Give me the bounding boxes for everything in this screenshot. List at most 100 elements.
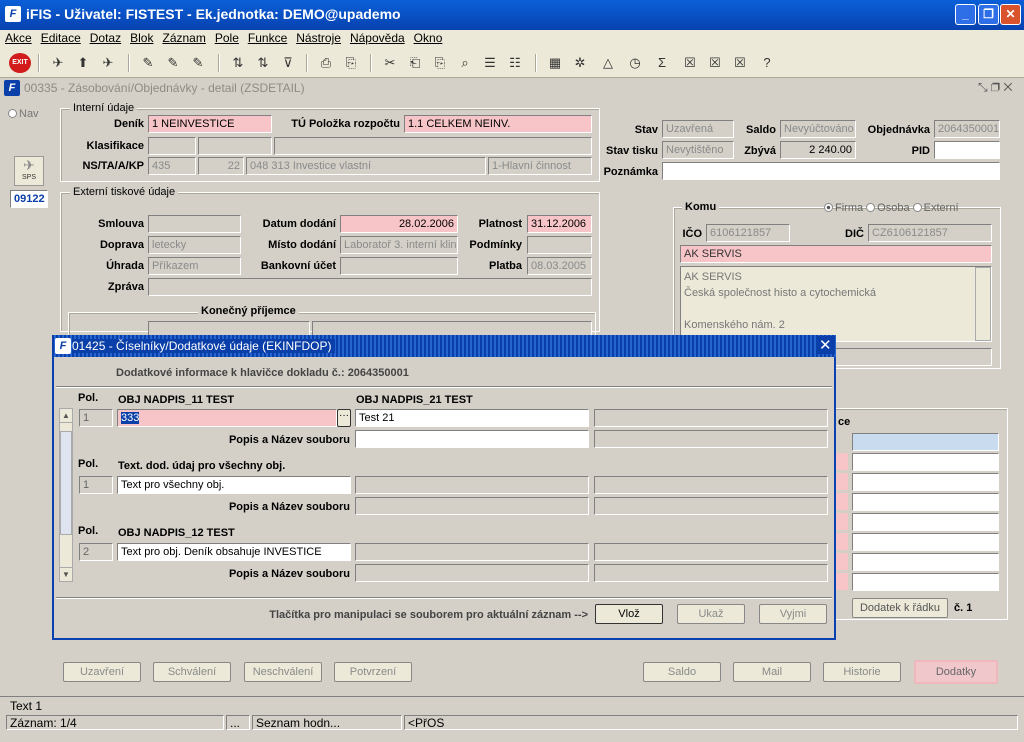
r3-value-2[interactable] bbox=[355, 543, 589, 561]
cancel-query-icon[interactable]: ✎ bbox=[188, 53, 208, 73]
sps-button[interactable]: ✈ SPS bbox=[14, 156, 44, 186]
r1-lov-button[interactable]: ··· bbox=[337, 409, 351, 427]
komu-type-radios[interactable]: Firma Osoba Externí bbox=[824, 202, 959, 214]
ukaz-button[interactable]: Ukaž bbox=[677, 604, 745, 624]
scroll-down-icon[interactable]: ▼ bbox=[60, 567, 72, 581]
stav-tisku-field[interactable]: Nevytištěno bbox=[662, 141, 734, 159]
sort-desc-icon[interactable]: ⇅ bbox=[253, 53, 273, 73]
saldo-field[interactable]: Nevyúčtováno bbox=[780, 120, 856, 138]
print-icon[interactable]: ⎙ bbox=[316, 53, 336, 73]
poznamka-field[interactable] bbox=[662, 162, 1000, 180]
right-row-3[interactable] bbox=[852, 473, 999, 491]
r1-nazev-field[interactable] bbox=[594, 430, 828, 448]
menu-editace[interactable]: Editace bbox=[36, 30, 85, 45]
tools-icon[interactable]: ✲ bbox=[570, 53, 590, 73]
right-row-8[interactable] bbox=[852, 573, 999, 591]
menu-blok[interactable]: Blok bbox=[125, 30, 157, 45]
menu-napoveda[interactable]: Nápověda bbox=[345, 30, 409, 45]
zbyva-field[interactable]: 2 240.00 bbox=[780, 141, 856, 159]
dodatky-button[interactable]: Dodatky bbox=[914, 660, 998, 684]
maximize-button[interactable]: ❐ bbox=[978, 4, 999, 25]
r1-popis-field[interactable] bbox=[355, 430, 589, 448]
calc-icon[interactable]: ▦ bbox=[545, 53, 565, 73]
mail-button[interactable]: Mail bbox=[733, 662, 811, 682]
x2-icon[interactable]: ☒ bbox=[705, 53, 725, 73]
scroll-up-icon[interactable]: ▲ bbox=[60, 409, 72, 423]
x-icon[interactable]: ☒ bbox=[680, 53, 700, 73]
copy-icon[interactable]: ⎗ bbox=[405, 53, 425, 73]
minimize-button[interactable]: _ bbox=[955, 4, 976, 25]
komu-address[interactable]: AK SERVIS Česká společnost histo a cytoch… bbox=[680, 266, 992, 342]
historie-button[interactable]: Historie bbox=[823, 662, 901, 682]
paste-icon[interactable]: ⎘ bbox=[430, 53, 450, 73]
ns-field-2[interactable]: 22 bbox=[198, 157, 244, 175]
schvaleni-button[interactable]: Schválení bbox=[153, 662, 231, 682]
smlouva-field[interactable] bbox=[148, 215, 241, 233]
delete-icon[interactable]: ✈ bbox=[98, 53, 118, 73]
vyjmi-button[interactable]: Vyjmi bbox=[759, 604, 827, 624]
ns-field-4[interactable]: 1-Hlavní činnost bbox=[488, 157, 592, 175]
right-row-5[interactable] bbox=[852, 513, 999, 531]
klas-field-2[interactable] bbox=[198, 137, 272, 155]
uzavreni-button[interactable]: Uzavření bbox=[63, 662, 141, 682]
r2-value-2[interactable] bbox=[355, 476, 589, 494]
misto-field[interactable]: Laboratoř 3. interní klinik bbox=[340, 236, 458, 254]
x3-icon[interactable]: ☒ bbox=[730, 53, 750, 73]
zprava-field[interactable] bbox=[148, 278, 592, 296]
right-row-6[interactable] bbox=[852, 533, 999, 551]
ns-field-1[interactable]: 435 bbox=[148, 157, 196, 175]
query-icon[interactable]: ✎ bbox=[138, 53, 158, 73]
exit-icon[interactable]: EXIT bbox=[9, 53, 31, 73]
menu-zaznam[interactable]: Záznam bbox=[157, 30, 209, 45]
r1-pol-field[interactable]: 1 bbox=[79, 409, 113, 427]
r3-popis-field[interactable] bbox=[355, 564, 589, 582]
r2-pol-field[interactable]: 1 bbox=[79, 476, 113, 494]
saldo-button[interactable]: Saldo bbox=[643, 662, 721, 682]
r1-value-2[interactable]: Test 21 bbox=[355, 409, 589, 427]
find-icon[interactable]: ⌕ bbox=[455, 53, 475, 73]
r3-pol-field[interactable]: 2 bbox=[79, 543, 113, 561]
dic-field[interactable]: CZ6106121857 bbox=[868, 224, 992, 242]
menu-pole[interactable]: Pole bbox=[210, 30, 243, 45]
sort-asc-icon[interactable]: ⇅ bbox=[228, 53, 248, 73]
r2-value-1[interactable]: Text pro všechny obj. bbox=[117, 476, 351, 494]
print-setup-icon[interactable]: ⎘ bbox=[341, 53, 361, 73]
clock-icon[interactable]: ◷ bbox=[625, 53, 645, 73]
sum-icon[interactable]: Σ bbox=[652, 53, 672, 73]
datum-field[interactable]: 28.02.2006 bbox=[340, 215, 458, 233]
ns-field-3[interactable]: 048 313 Investice vlastní bbox=[246, 157, 486, 175]
dodatek-k-radku-button[interactable]: Dodatek k řádku bbox=[852, 598, 948, 618]
podminky-field[interactable] bbox=[527, 236, 592, 254]
scroll-thumb[interactable] bbox=[60, 431, 72, 535]
uhrada-field[interactable]: Příkazem bbox=[148, 257, 241, 275]
triangle-icon[interactable]: △ bbox=[598, 53, 618, 73]
stav-field[interactable]: Uzavřená bbox=[662, 120, 734, 138]
close-button[interactable]: ✕ bbox=[1000, 4, 1021, 25]
menu-funkce[interactable]: Funkce bbox=[243, 30, 291, 45]
r2-popis-field[interactable] bbox=[355, 497, 589, 515]
address-scrollbar[interactable] bbox=[975, 267, 991, 341]
r3-nazev-field[interactable] bbox=[594, 564, 828, 582]
columns-icon[interactable]: ☷ bbox=[505, 53, 525, 73]
komu-name-field[interactable]: AK SERVIS bbox=[680, 245, 992, 263]
insert-icon[interactable]: ⬆ bbox=[73, 53, 93, 73]
neschvaleni-button[interactable]: Neschválení bbox=[244, 662, 322, 682]
right-row-2[interactable] bbox=[852, 453, 999, 471]
nav-radio[interactable]: Nav bbox=[8, 108, 39, 120]
right-row-1[interactable] bbox=[852, 433, 999, 451]
r1-value-1[interactable]: 333 bbox=[117, 409, 337, 427]
menu-nastroje[interactable]: Nástroje bbox=[291, 30, 345, 45]
help-icon[interactable]: ? bbox=[757, 53, 777, 73]
klas-field-3[interactable] bbox=[274, 137, 592, 155]
pid-field[interactable] bbox=[934, 141, 1000, 159]
r3-value-1[interactable]: Text pro obj. Deník obsahuje INVESTICE bbox=[117, 543, 351, 561]
tu-field[interactable]: 1.1 CELKEM NEINV. bbox=[404, 115, 592, 133]
vloz-button[interactable]: Vlož bbox=[595, 604, 663, 624]
obj-field[interactable]: 2064350001 bbox=[934, 120, 1000, 138]
klas-field-1[interactable] bbox=[148, 137, 196, 155]
platnost-field[interactable]: 31.12.2006 bbox=[527, 215, 592, 233]
right-row-7[interactable] bbox=[852, 553, 999, 571]
dialog-scrollbar[interactable]: ▲ ▼ bbox=[59, 408, 73, 582]
doprava-field[interactable]: letecky bbox=[148, 236, 241, 254]
dialog-close-icon[interactable]: ✕ bbox=[816, 336, 835, 354]
